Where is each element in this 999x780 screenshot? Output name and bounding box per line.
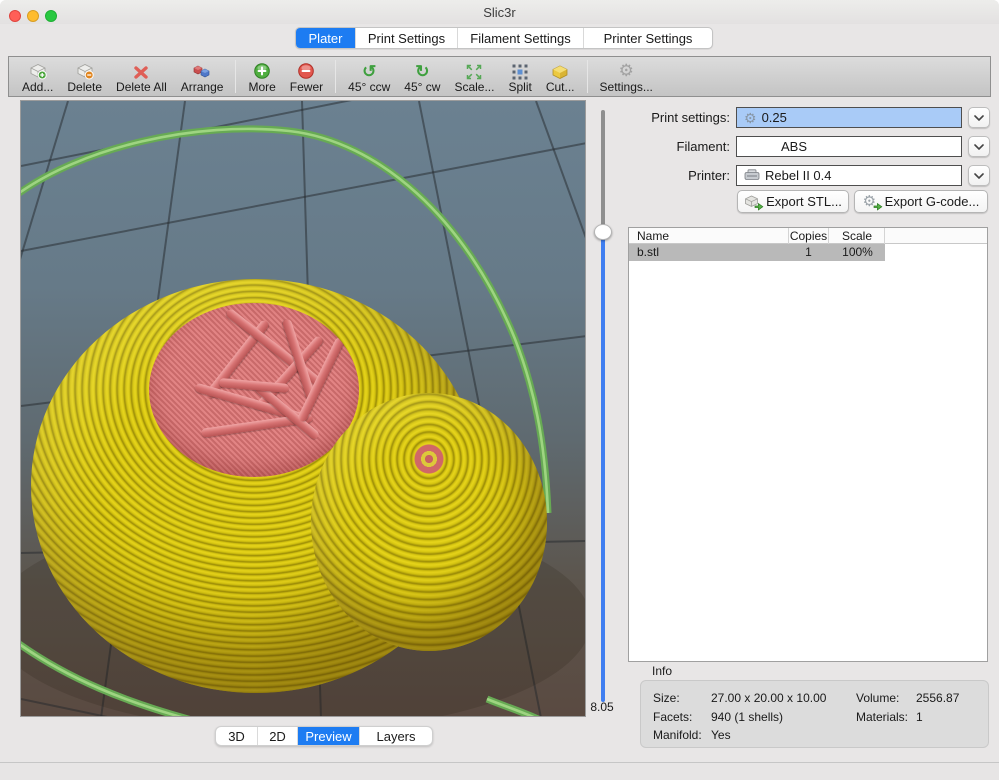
green-arrow-icon bbox=[754, 202, 764, 212]
add-button[interactable]: Add... bbox=[15, 58, 60, 94]
object-list: Name Copies Scale b.stl 1 100% bbox=[628, 227, 988, 662]
table-row[interactable]: b.stl 1 100% bbox=[629, 244, 987, 261]
export-stl-button[interactable]: Export STL... bbox=[737, 190, 849, 213]
plater-toolbar: Add... Delete Delete All Arrange More bbox=[8, 56, 991, 97]
view-preview-button[interactable]: Preview bbox=[298, 727, 360, 745]
rotate-ccw-icon: ↺ bbox=[362, 60, 376, 80]
model-small-dome bbox=[311, 393, 547, 651]
arrange-button[interactable]: Arrange bbox=[174, 58, 231, 94]
printer-dropdown-button[interactable] bbox=[968, 165, 990, 186]
red-cross-icon bbox=[133, 60, 149, 80]
filament-label: Filament: bbox=[595, 136, 730, 157]
cell-scale: 100% bbox=[830, 244, 885, 261]
layer-slider-track[interactable] bbox=[601, 110, 605, 702]
cell-copies: 1 bbox=[788, 244, 829, 261]
volume-label: Volume: bbox=[856, 691, 899, 705]
volume-value: 2556.87 bbox=[916, 691, 959, 705]
export-gcode-button[interactable]: ⚙ Export G-code... bbox=[854, 190, 988, 213]
more-button[interactable]: More bbox=[241, 58, 282, 94]
chevron-down-icon bbox=[974, 144, 984, 150]
tab-print-settings[interactable]: Print Settings bbox=[356, 28, 458, 48]
green-arrow-icon bbox=[873, 202, 883, 212]
facets-value: 940 (1 shells) bbox=[711, 710, 783, 724]
chevron-down-icon bbox=[974, 115, 984, 121]
view-layers-button[interactable]: Layers bbox=[360, 727, 432, 745]
view-mode-switcher: 3D 2D Preview Layers bbox=[215, 726, 433, 746]
scale-button[interactable]: Scale... bbox=[447, 58, 501, 94]
scale-arrows-icon bbox=[466, 60, 482, 80]
printer-label: Printer: bbox=[595, 165, 730, 186]
column-header-copies[interactable]: Copies bbox=[788, 228, 829, 244]
fewer-button[interactable]: Fewer bbox=[283, 58, 330, 94]
materials-value: 1 bbox=[916, 710, 923, 724]
object-list-header: Name Copies Scale bbox=[629, 228, 987, 244]
cubes-icon bbox=[193, 60, 211, 80]
gear-export-icon: ⚙ bbox=[863, 194, 880, 210]
view-3d-button[interactable]: 3D bbox=[216, 727, 258, 745]
main-tab-bar: Plater Print Settings Filament Settings … bbox=[295, 27, 713, 49]
filament-dropdown-button[interactable] bbox=[968, 136, 990, 157]
split-dots-icon bbox=[512, 60, 528, 80]
infill-donut-small bbox=[411, 441, 447, 477]
title-bar[interactable]: Slic3r bbox=[0, 0, 999, 24]
green-plus-circle-icon bbox=[253, 60, 271, 80]
status-bar bbox=[0, 763, 999, 780]
toolbar-separator bbox=[335, 60, 336, 93]
settings-button[interactable]: ⚙ Settings... bbox=[593, 58, 660, 94]
infill-top-large bbox=[149, 303, 359, 477]
manifold-value: Yes bbox=[711, 728, 731, 742]
tab-filament-settings[interactable]: Filament Settings bbox=[458, 28, 584, 48]
box-plus-icon bbox=[29, 60, 47, 80]
view-2d-button[interactable]: 2D bbox=[258, 727, 298, 745]
print-settings-label: Print settings: bbox=[595, 107, 730, 128]
printer-icon bbox=[744, 169, 760, 182]
size-value: 27.00 x 20.00 x 10.00 bbox=[711, 691, 826, 705]
yellow-box-icon bbox=[552, 60, 568, 80]
print-settings-select[interactable]: ⚙ 0.25 bbox=[736, 107, 962, 128]
delete-button[interactable]: Delete bbox=[60, 58, 109, 94]
window-title: Slic3r bbox=[0, 0, 999, 24]
layer-slider-thumb[interactable] bbox=[594, 224, 612, 240]
manifold-label: Manifold: bbox=[653, 728, 702, 742]
size-label: Size: bbox=[653, 691, 680, 705]
info-section-title: Info bbox=[652, 664, 672, 678]
rotate-cw-icon: ↻ bbox=[415, 60, 429, 80]
gear-icon: ⚙ bbox=[619, 60, 634, 80]
print-settings-dropdown-button[interactable] bbox=[968, 107, 990, 128]
rotate-cw-button[interactable]: ↻ 45° cw bbox=[397, 58, 447, 94]
cut-button[interactable]: Cut... bbox=[539, 58, 582, 94]
layer-slider-value: 8.05 bbox=[582, 700, 622, 714]
chevron-down-icon bbox=[974, 173, 984, 179]
toolbar-separator bbox=[587, 60, 588, 93]
toolbar-separator bbox=[235, 60, 236, 93]
printer-select[interactable]: Rebel II 0.4 bbox=[736, 165, 962, 186]
info-box: Size: 27.00 x 20.00 x 10.00 Volume: 2556… bbox=[640, 680, 989, 748]
facets-label: Facets: bbox=[653, 710, 692, 724]
column-header-scale[interactable]: Scale bbox=[830, 228, 885, 244]
rotate-ccw-button[interactable]: ↺ 45° ccw bbox=[341, 58, 397, 94]
box-minus-icon bbox=[76, 60, 94, 80]
slic3r-window: Slic3r Plater Print Settings Filament Se… bbox=[0, 0, 999, 780]
box-export-icon bbox=[744, 194, 761, 210]
delete-all-button[interactable]: Delete All bbox=[109, 58, 174, 94]
cell-name: b.stl bbox=[637, 244, 659, 261]
tab-plater[interactable]: Plater bbox=[296, 28, 356, 48]
materials-label: Materials: bbox=[856, 710, 908, 724]
3d-viewport[interactable] bbox=[20, 100, 586, 717]
split-button[interactable]: Split bbox=[501, 58, 538, 94]
filament-select[interactable]: ABS bbox=[736, 136, 962, 157]
gear-icon: ⚙ bbox=[744, 111, 757, 125]
red-minus-circle-icon bbox=[297, 60, 315, 80]
tab-printer-settings[interactable]: Printer Settings bbox=[584, 28, 712, 48]
column-header-name[interactable]: Name bbox=[637, 228, 669, 244]
